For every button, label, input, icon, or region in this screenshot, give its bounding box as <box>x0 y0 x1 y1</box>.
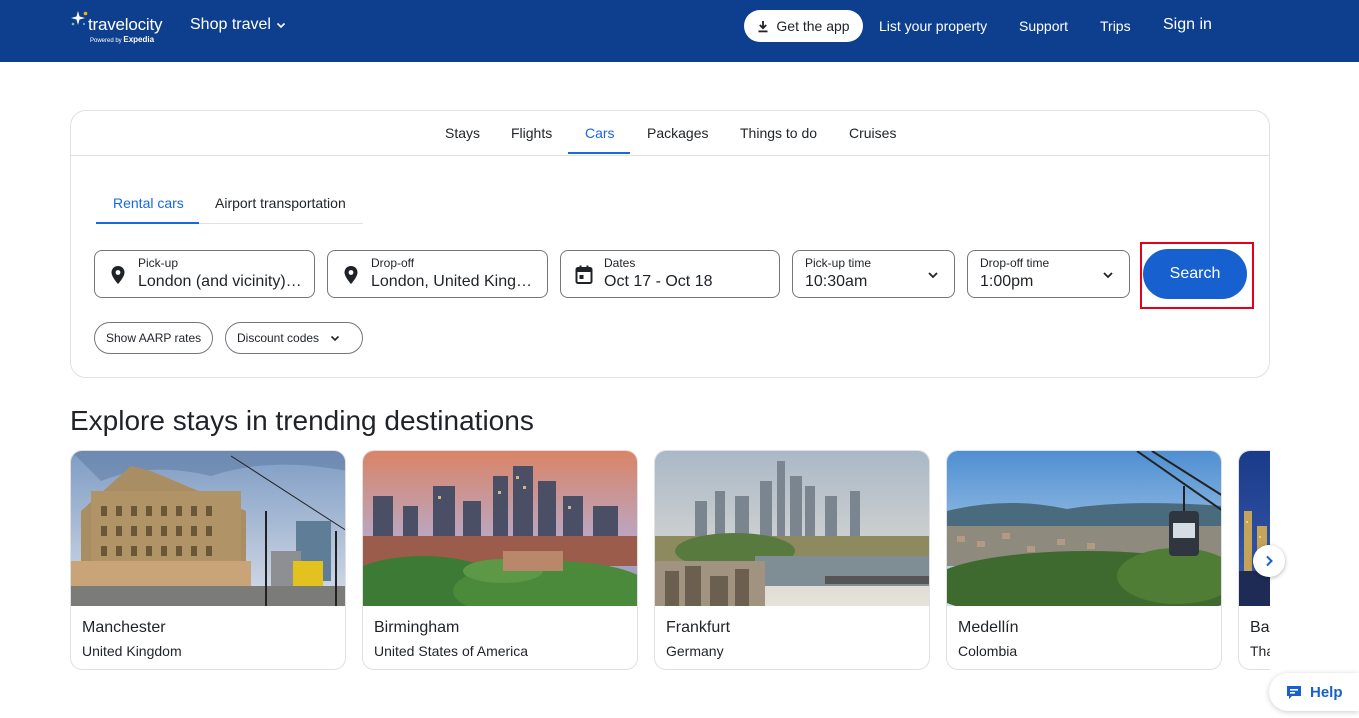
pickup-time-value: 10:30am <box>805 273 868 290</box>
discount-codes-button[interactable]: Discount codes <box>225 322 363 354</box>
tab-things-to-do[interactable]: Things to do <box>740 125 817 141</box>
dates-field[interactable]: Dates Oct 17 - Oct 18 <box>560 250 780 298</box>
pickup-label: Pick-up <box>138 256 179 270</box>
active-subtab-indicator <box>96 222 199 224</box>
help-button[interactable]: Help <box>1269 673 1359 711</box>
brand-name: travelocity <box>88 15 163 34</box>
search-button[interactable]: Search <box>1143 249 1247 299</box>
dates-label: Dates <box>604 256 636 270</box>
support-link[interactable]: Support <box>1019 18 1068 34</box>
destination-country: Thailand <box>1250 643 1270 659</box>
top-header: travelocity Powered by Expedia Shop trav… <box>0 0 1359 62</box>
shop-travel-label: Shop travel <box>190 16 271 33</box>
destination-card-manchester[interactable]: Manchester United Kingdom <box>70 450 346 670</box>
help-label: Help <box>1310 683 1343 701</box>
pickup-location-field[interactable]: Pick-up London (and vicinity), England, … <box>94 250 315 298</box>
destination-country: Colombia <box>958 643 1018 659</box>
destination-card-medellin[interactable]: Medellín Colombia <box>946 450 1222 670</box>
calendar-icon <box>575 265 593 284</box>
discount-codes-label: Discount codes <box>237 331 320 345</box>
travelocity-logo[interactable]: travelocity Powered by Expedia <box>70 9 170 45</box>
pickup-value: London (and vicinity), England, United K… <box>138 273 304 290</box>
active-tab-indicator <box>568 152 630 154</box>
powered-by-text: Powered by <box>90 38 122 44</box>
destination-city: Bangkok <box>1250 619 1270 636</box>
tab-cars[interactable]: Cars <box>585 125 615 141</box>
chevron-down-icon <box>928 272 938 279</box>
pickup-time-select[interactable]: Pick-up time 10:30am <box>792 250 955 298</box>
pickup-time-label: Pick-up time <box>805 256 872 270</box>
chat-icon <box>1287 685 1301 699</box>
dates-value: Oct 17 - Oct 18 <box>604 273 713 290</box>
list-your-property-link[interactable]: List your property <box>879 18 987 34</box>
destination-image <box>655 451 929 606</box>
search-button-label: Search <box>1169 265 1221 282</box>
subtab-airport-transportation[interactable]: Airport transportation <box>215 195 346 211</box>
search-card: Stays Flights Cars Packages Things to do… <box>70 110 1270 378</box>
tab-flights[interactable]: Flights <box>511 125 552 141</box>
travelocity-star-icon <box>71 11 88 26</box>
destination-city: Frankfurt <box>666 619 731 636</box>
dropoff-time-label: Drop-off time <box>980 256 1050 270</box>
destination-country: United States of America <box>374 643 529 659</box>
powered-by-brand: Expedia <box>123 35 155 44</box>
dropoff-value: London, United Kingdom <box>371 273 537 290</box>
destination-carousel: Manchester United Kingdom Birmingham Uni… <box>70 450 1270 672</box>
get-the-app-label: Get the app <box>776 18 850 34</box>
trips-link[interactable]: Trips <box>1100 18 1131 34</box>
explore-section-title: Explore stays in trending destinations <box>70 405 534 436</box>
tab-packages[interactable]: Packages <box>647 125 708 141</box>
carousel-next-button[interactable] <box>1253 545 1285 577</box>
sign-in-link[interactable]: Sign in <box>1163 16 1212 34</box>
destination-city: Manchester <box>82 619 166 636</box>
dropoff-location-field[interactable]: Drop-off London, United Kingdom <box>327 250 548 298</box>
get-the-app-button[interactable]: Get the app <box>744 10 863 42</box>
destination-image <box>71 451 345 606</box>
location-pin-icon <box>344 266 358 284</box>
chevron-down-icon <box>1103 272 1113 279</box>
destination-card-frankfurt[interactable]: Frankfurt Germany <box>654 450 930 670</box>
show-aarp-rates-button[interactable]: Show AARP rates <box>94 322 213 354</box>
destination-city: Birmingham <box>374 619 460 636</box>
destination-country: Germany <box>666 643 724 659</box>
dropoff-time-value: 1:00pm <box>980 273 1034 290</box>
destination-city: Medellín <box>958 619 1019 636</box>
destination-image <box>363 451 637 606</box>
destination-country: United Kingdom <box>82 643 182 659</box>
subtab-rental-cars[interactable]: Rental cars <box>113 195 184 211</box>
tab-cruises[interactable]: Cruises <box>849 125 896 141</box>
dropoff-label: Drop-off <box>371 256 415 270</box>
location-pin-icon <box>111 266 125 284</box>
aarp-label: Show AARP rates <box>106 331 202 345</box>
powered-by: Powered by Expedia <box>90 35 154 44</box>
destination-image <box>947 451 1221 606</box>
destination-card-birmingham[interactable]: Birmingham United States of America <box>362 450 638 670</box>
chevron-down-icon <box>330 335 340 342</box>
chevron-right-icon <box>1266 555 1273 567</box>
shop-travel-menu[interactable]: Shop travel <box>190 16 287 34</box>
product-tabs: Stays Flights Cars Packages Things to do… <box>71 111 1269 156</box>
tab-stays[interactable]: Stays <box>445 125 480 141</box>
dropoff-time-select[interactable]: Drop-off time 1:00pm <box>967 250 1130 298</box>
chevron-down-icon <box>276 22 286 29</box>
download-icon <box>758 20 768 32</box>
destination-image <box>1239 451 1270 606</box>
